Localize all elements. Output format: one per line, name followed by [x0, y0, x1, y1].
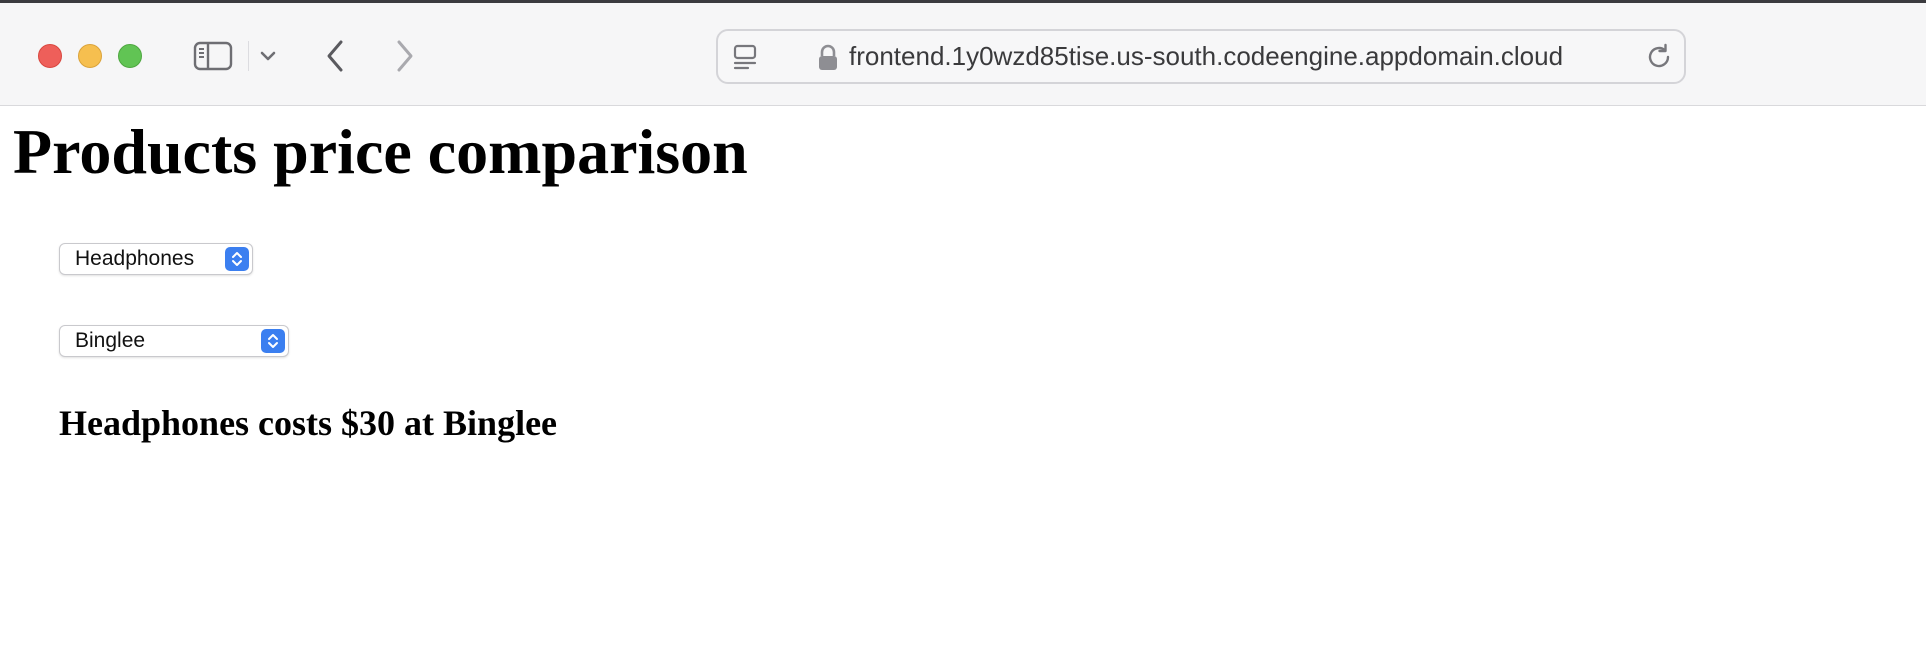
page-title: Products price comparison [13, 116, 748, 187]
reload-icon [1648, 43, 1670, 68]
chevron-down-icon [260, 51, 276, 61]
sidebar-icon [193, 41, 233, 71]
tab-group-menu-button[interactable] [257, 43, 279, 69]
minimize-window-button[interactable] [78, 44, 102, 68]
reader-mode-icon[interactable] [732, 44, 760, 70]
store-select-value: Binglee [75, 329, 146, 352]
toolbar-divider [248, 41, 249, 71]
close-window-button[interactable] [38, 44, 62, 68]
chevron-right-icon [397, 40, 413, 72]
page-content: Products price comparison Headphones Bin… [0, 106, 1926, 650]
store-select[interactable]: Binglee [59, 325, 289, 357]
product-select-value: Headphones [75, 247, 195, 270]
url-text[interactable]: frontend.1y0wzd85tise.us-south.codeengin… [849, 31, 1563, 82]
zoom-window-button[interactable] [118, 44, 142, 68]
browser-toolbar: frontend.1y0wzd85tise.us-south.codeengin… [0, 0, 1926, 106]
sidebar-toggle-button[interactable] [192, 39, 234, 73]
back-button[interactable] [320, 36, 350, 76]
address-bar[interactable]: frontend.1y0wzd85tise.us-south.codeengin… [716, 29, 1686, 84]
price-result-text: Headphones costs $30 at Binglee [59, 403, 558, 443]
chevron-left-icon [327, 40, 343, 72]
reload-button[interactable] [1644, 42, 1674, 72]
select-stepper-icon [261, 329, 285, 353]
product-select[interactable]: Headphones [59, 243, 253, 275]
lock-icon [817, 44, 839, 72]
forward-button[interactable] [390, 36, 420, 76]
select-stepper-icon [225, 247, 249, 271]
browser-window: frontend.1y0wzd85tise.us-south.codeengin… [0, 0, 1926, 650]
